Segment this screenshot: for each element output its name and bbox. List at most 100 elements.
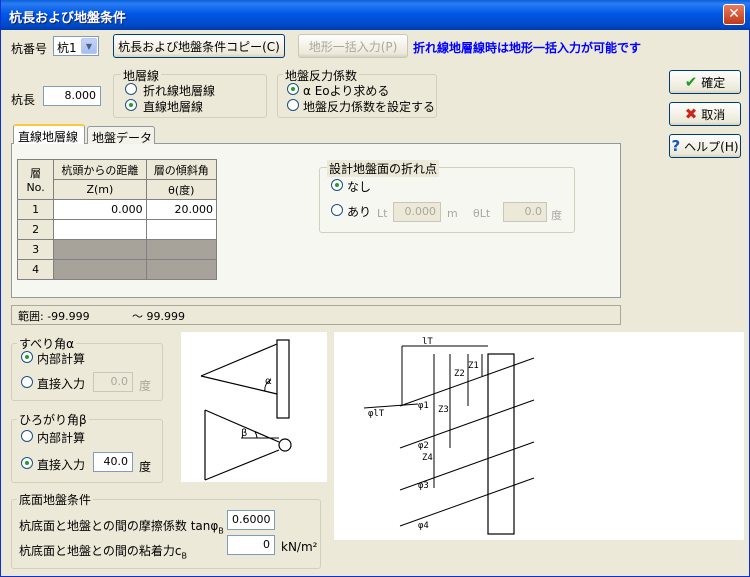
range-to: ～ 99.999 — [132, 310, 185, 323]
slip-angle-unit: 度 — [139, 379, 152, 393]
phi-lt-leader — [363, 403, 419, 409]
tab-ground-data[interactable]: 地盤データ — [87, 126, 155, 145]
bottom-ground-title: 底面地盤条件 — [17, 491, 94, 508]
z2-text: Z2 — [454, 369, 465, 379]
col-header-angle-unit: θ(度) — [145, 179, 218, 200]
radio-spread-direct[interactable] — [21, 457, 33, 469]
angle-sketch: α β — [181, 332, 327, 482]
spread-angle-title: ひろがり角β — [17, 411, 89, 428]
notice-text: 折れ線地層線時は地形一括入力が可能です — [413, 41, 642, 55]
cohesion-unit: kN/m² — [281, 540, 318, 554]
pile-no-select[interactable]: 杭1 ▼ — [53, 36, 99, 56]
help-label: ヘルプ(H) — [684, 139, 739, 154]
break-none-label: なし — [347, 180, 372, 194]
layer-table: 層No. 杭頭からの距離 層の傾斜角 Z(m) θ(度) 1 0.000 20.… — [16, 159, 218, 280]
lt-text: lT — [422, 337, 433, 347]
cell-theta[interactable]: 20.000 — [145, 199, 218, 220]
radio-alpha-eo[interactable] — [287, 83, 299, 95]
phi-lt-text: φlT — [368, 409, 385, 419]
friction-input[interactable]: 0.6000 — [227, 510, 275, 530]
radio-set-reaction[interactable] — [287, 99, 299, 111]
friction-label: 杭底面と地盤との間の摩擦係数 tanφB — [19, 517, 224, 535]
cross-icon: ✖ — [684, 105, 698, 123]
theta-lt-input[interactable]: 0.0 — [503, 202, 547, 222]
radio-spread-internal[interactable] — [21, 430, 33, 442]
z4-text: Z4 — [422, 453, 433, 463]
phi1-text: φ1 — [418, 401, 429, 411]
question-icon: ? — [671, 137, 681, 155]
pile-length-input[interactable]: 8.000 — [43, 86, 101, 106]
spread-angle-input[interactable]: 40.0 — [93, 452, 133, 472]
row-no: 3 — [16, 239, 55, 260]
cell-z[interactable] — [53, 219, 147, 240]
terrain-batch-button[interactable]: 地形一括入力(P) — [298, 34, 408, 58]
copy-conditions-button[interactable]: 杭長および地盤条件コピー(C) — [113, 34, 285, 58]
radio-slip-internal[interactable] — [21, 351, 33, 363]
checkmark-icon: ✔ — [684, 73, 698, 91]
break-point-title: 設計地盤面の折れ点 — [327, 160, 440, 177]
lt-input[interactable]: 0.000 — [393, 202, 441, 222]
straight-layer-label: 直線地層線 — [143, 100, 204, 114]
slip-direct-label: 直接入力 — [37, 377, 86, 391]
window-title: 杭長および地盤条件 — [9, 11, 127, 26]
close-button[interactable]: ✕ — [723, 4, 745, 25]
cancel-label: 取消 — [701, 107, 726, 122]
spread-line-lower — [204, 449, 280, 481]
radio-slip-direct[interactable] — [21, 376, 33, 388]
radio-polyline-layer[interactable] — [125, 83, 137, 95]
radio-break-none[interactable] — [331, 179, 343, 191]
cell-theta[interactable] — [145, 259, 218, 280]
close-icon: ✕ — [728, 6, 740, 22]
lt-unit: m — [447, 207, 458, 220]
cell-theta[interactable] — [145, 239, 218, 260]
spread-direct-label: 直接入力 — [37, 458, 86, 472]
cohesion-input[interactable]: 0 — [227, 535, 275, 555]
table-row: 2 — [16, 219, 218, 240]
phi4-text: φ4 — [418, 521, 429, 531]
col-header-angle: 層の傾斜角 — [145, 159, 218, 180]
title-bar[interactable]: 杭長および地盤条件 ✕ — [1, 0, 750, 30]
alpha-eo-label: α Eoより求める — [303, 84, 390, 98]
theta-lt-unit: 度 — [551, 209, 562, 222]
cell-z[interactable]: 0.000 — [53, 199, 147, 220]
ok-label: 確定 — [701, 75, 726, 90]
pile-shape — [487, 353, 515, 535]
cell-z[interactable] — [53, 239, 147, 260]
table-row: 1 0.000 20.000 — [16, 199, 218, 220]
phi2-text: φ2 — [418, 441, 429, 451]
lt-label: Lt — [377, 207, 388, 220]
spread-internal-label: 内部計算 — [37, 431, 86, 445]
range-status-bar: 範囲: -99.999 ～ 99.999 — [11, 305, 621, 325]
cancel-button[interactable]: ✖ 取消 — [669, 102, 741, 126]
table-row: 3 — [16, 239, 218, 260]
col-header-dist: 杭頭からの距離 — [53, 159, 147, 180]
layer-diagram: lT φlT φ1 φ2 φ3 φ4 Z1 Z2 Z3 Z4 — [334, 332, 744, 540]
cohesion-label: 杭底面と地盤との間の粘着力cB — [19, 542, 187, 560]
pile-shape-alpha — [276, 339, 290, 419]
ok-button[interactable]: ✔ 確定 — [669, 70, 741, 94]
row-no: 2 — [16, 219, 55, 240]
radio-straight-layer[interactable] — [125, 99, 137, 111]
spread-angle-unit: 度 — [139, 460, 152, 474]
pile-no-value: 杭1 — [57, 41, 77, 55]
tab-straight-layer[interactable]: 直線地層線 — [13, 124, 85, 144]
cell-theta[interactable] — [145, 219, 218, 240]
cohesion-label-text: 杭底面と地盤との間の粘着力c — [19, 544, 182, 558]
table-row: 4 — [16, 259, 218, 280]
row-no: 4 — [16, 259, 55, 280]
friction-subscript: B — [218, 526, 224, 536]
col-header-no: 層No. — [16, 159, 55, 200]
radio-break-yes[interactable] — [331, 204, 343, 216]
pile-length-label: 杭長 — [11, 93, 36, 107]
theta-lt-label: θLt — [473, 207, 491, 220]
chevron-down-icon[interactable]: ▼ — [81, 38, 97, 54]
cell-z[interactable] — [53, 259, 147, 280]
help-button[interactable]: ? ヘルプ(H) — [669, 134, 741, 158]
set-reaction-label: 地盤反力係数を設定する — [303, 100, 436, 114]
slip-angle-input[interactable]: 0.0 — [93, 372, 133, 392]
pile-no-label: 杭番号 — [11, 42, 48, 56]
break-yes-label: あり — [347, 205, 372, 219]
alpha-symbol: α — [265, 376, 272, 387]
row-no: 1 — [16, 199, 55, 220]
dialog-window: 杭長および地盤条件 ✕ 杭番号 杭1 ▼ 杭長および地盤条件コピー(C) 地形一… — [0, 0, 750, 577]
